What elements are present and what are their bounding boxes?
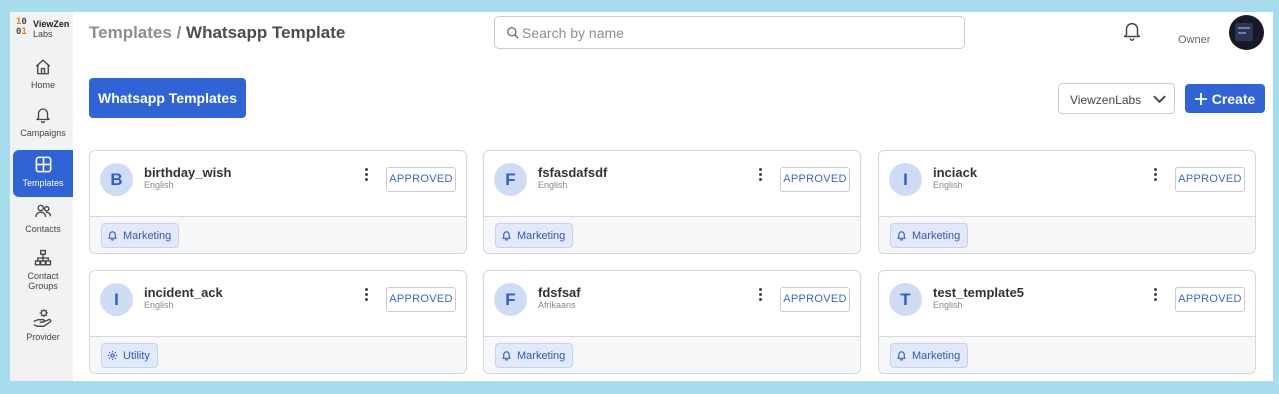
status-badge: APPROVED (780, 167, 850, 192)
avatar[interactable] (1229, 15, 1264, 50)
category-badge: Marketing (495, 343, 574, 368)
template-name: fdsfsaf (538, 285, 581, 300)
category-label: Marketing (517, 349, 566, 362)
bell-icon (1123, 23, 1141, 41)
category-badge: Marketing (890, 223, 969, 248)
category-badge: Marketing (495, 223, 574, 248)
plus-icon (1194, 92, 1207, 105)
whatsapp-templates-button[interactable]: Whatsapp Templates (89, 78, 246, 118)
users-icon (35, 204, 52, 218)
organization-select[interactable]: ViewzenLabs (1058, 83, 1175, 114)
search-icon (507, 27, 519, 39)
sidebar-item-label: Campaigns (20, 128, 66, 138)
more-options-icon[interactable] (756, 288, 764, 306)
template-card[interactable]: F fsfasdafsdf English APPROVED Marketing (483, 150, 861, 254)
search-box (494, 16, 965, 49)
sidebar-item-provider[interactable]: Provider (13, 308, 73, 348)
template-name: birthday_wish (144, 165, 232, 180)
sidebar-item-label: Contacts (25, 224, 61, 234)
more-options-icon[interactable] (1151, 168, 1159, 186)
template-name: fsfasdafsdf (538, 165, 608, 180)
bell-icon (36, 108, 50, 124)
breadcrumb-parent[interactable]: Templates (89, 23, 172, 42)
create-button[interactable]: Create (1185, 84, 1265, 113)
hand-gear-icon (33, 308, 52, 327)
brand-name: ViewZen (33, 19, 70, 29)
more-options-icon[interactable] (1151, 288, 1159, 306)
chevron-down-icon (1153, 95, 1166, 104)
template-card[interactable]: F fdsfsaf Afrikaans APPROVED Marketing (483, 270, 861, 374)
template-initial-avatar: T (889, 283, 922, 316)
category-badge: Utility (101, 343, 158, 368)
status-badge: APPROVED (1175, 167, 1245, 192)
grid-icon (35, 156, 51, 173)
create-button-label: Create (1211, 90, 1256, 107)
breadcrumb-separator: / (176, 23, 182, 42)
template-card[interactable]: B birthday_wish English APPROVED Marketi… (89, 150, 467, 254)
status-badge: APPROVED (1175, 287, 1245, 312)
template-language: English (538, 180, 568, 190)
template-name: test_template5 (933, 285, 1025, 300)
sidebar-item-campaigns[interactable]: Campaigns (13, 106, 73, 146)
page-title: Whatsapp Template (186, 23, 346, 42)
logo-mark: 10 01 (16, 17, 27, 37)
sidebar-item-contacts[interactable]: Contacts (13, 202, 73, 242)
template-language: English (933, 180, 963, 190)
template-initial-avatar: I (100, 283, 133, 316)
template-language: English (144, 300, 174, 310)
template-initial-avatar: F (494, 283, 527, 316)
hierarchy-icon (34, 249, 52, 266)
category-label: Marketing (517, 229, 566, 242)
category-label: Marketing (123, 229, 172, 242)
bell-icon (502, 351, 511, 361)
sidebar-item-label: Provider (26, 332, 60, 342)
template-name: inciack (933, 165, 978, 180)
status-badge: APPROVED (386, 167, 456, 192)
template-card[interactable]: T test_template5 English APPROVED Market… (878, 270, 1256, 374)
template-language: Afrikaans (538, 300, 576, 310)
status-badge: APPROVED (386, 287, 456, 312)
category-badge: Marketing (101, 223, 180, 248)
more-options-icon[interactable] (362, 168, 370, 186)
category-label: Marketing (912, 349, 961, 362)
sidebar-item-label: Home (30, 80, 55, 90)
gear-icon (107, 350, 118, 361)
sidebar-item-home[interactable]: Home (13, 58, 73, 98)
brand-subname: Labs (33, 29, 53, 39)
category-label: Marketing (912, 229, 961, 242)
home-icon (35, 59, 51, 75)
category-label: Utility (123, 349, 150, 362)
user-role: Owner (1178, 34, 1211, 46)
template-name: incident_ack (144, 285, 223, 300)
more-options-icon[interactable] (756, 168, 764, 186)
sidebar: 10 01 ViewZen Labs Home Campaigns Templat… (10, 12, 73, 381)
bell-icon (897, 231, 906, 241)
sidebar-item-label: Templates (22, 178, 64, 188)
breadcrumb: Templates / Whatsapp Template (89, 23, 345, 43)
bell-icon (108, 231, 117, 241)
organization-select-value: ViewzenLabs (1070, 93, 1142, 107)
search-input[interactable] (522, 23, 952, 43)
template-language: English (933, 300, 963, 310)
status-badge: APPROVED (780, 287, 850, 312)
app-frame: 10 01 ViewZen Labs Home Campaigns Templat… (10, 12, 1273, 381)
sidebar-item-contact-groups[interactable]: Contact Groups (13, 249, 73, 299)
template-card[interactable]: I inciack English APPROVED Marketing (878, 150, 1256, 254)
template-initial-avatar: F (494, 163, 527, 196)
bell-icon (897, 351, 906, 361)
bell-icon (502, 231, 511, 241)
sidebar-item-templates[interactable]: Templates (13, 150, 73, 197)
logo: 10 01 ViewZen Labs (16, 17, 73, 51)
notifications-button[interactable] (1121, 20, 1143, 47)
sidebar-item-label: Contact Groups (27, 271, 59, 291)
template-initial-avatar: B (100, 163, 133, 196)
more-options-icon[interactable] (362, 288, 370, 306)
template-language: English (144, 180, 174, 190)
template-initial-avatar: I (889, 163, 922, 196)
category-badge: Marketing (890, 343, 969, 368)
template-card[interactable]: I incident_ack English APPROVED Utility (89, 270, 467, 374)
